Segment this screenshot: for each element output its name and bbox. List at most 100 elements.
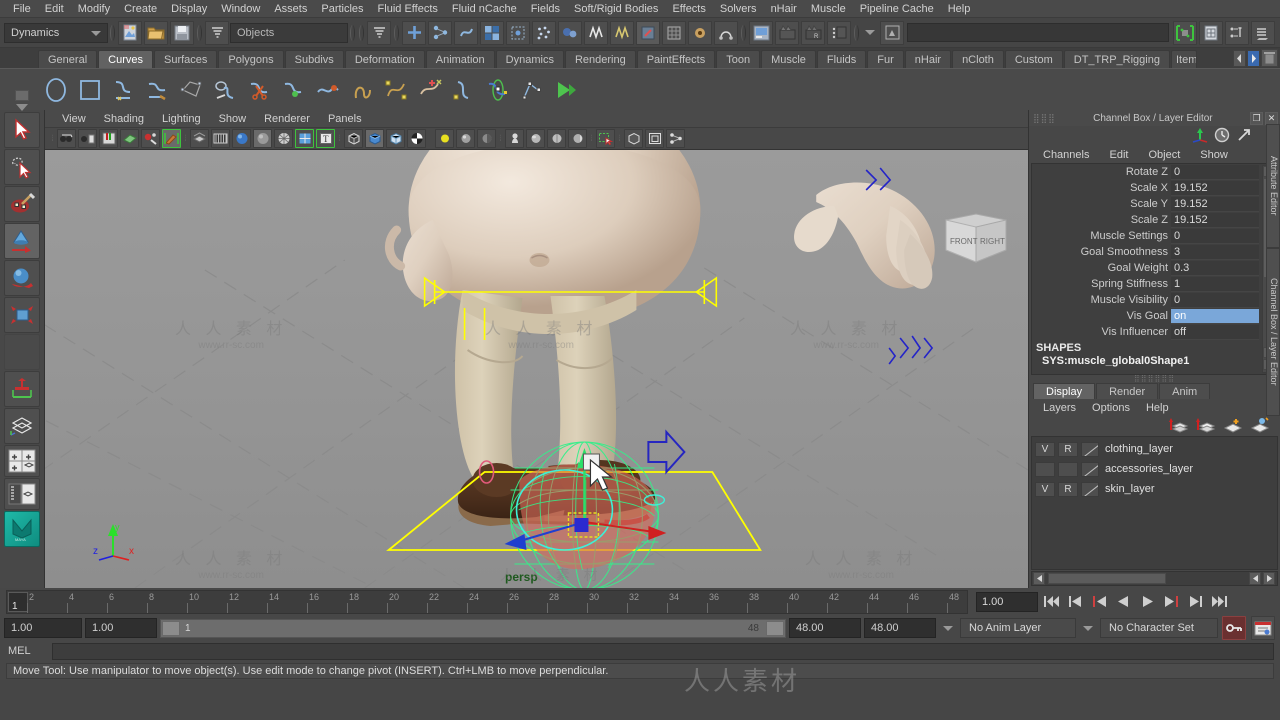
shelf-tab-ncloth[interactable]: nCloth: [952, 50, 1004, 68]
menu-set-dropdown[interactable]: Dynamics: [4, 22, 108, 43]
view-cube[interactable]: FRONT RIGHT: [940, 208, 1012, 268]
select-by-component-icon[interactable]: [454, 20, 478, 45]
layer-row[interactable]: V R skin_layer: [1035, 479, 1277, 499]
isolate-select-icon[interactable]: [596, 129, 615, 148]
use-default-light-icon[interactable]: [435, 129, 454, 148]
shelf-tab-toon[interactable]: Toon: [716, 50, 761, 68]
channel-value[interactable]: 0.3: [1171, 260, 1259, 276]
wireframe-on-shaded-icon[interactable]: [274, 129, 293, 148]
channel-value[interactable]: 19.152: [1171, 180, 1259, 196]
channel-row-scale-x[interactable]: Scale X 19.152: [1032, 180, 1277, 196]
xray-active-icon[interactable]: [645, 129, 664, 148]
shelf-tab-dt-trp-rigging[interactable]: DT_TRP_Rigging: [1063, 50, 1170, 68]
menu-item-soft-rigid-bodies[interactable]: Soft/Rigid Bodies: [567, 0, 665, 18]
select-by-object-icon[interactable]: [428, 20, 452, 45]
make-live-icon[interactable]: [584, 20, 608, 45]
channel-row-scale-y[interactable]: Scale Y 19.152: [1032, 196, 1277, 212]
menu-item-particles[interactable]: Particles: [314, 0, 370, 18]
layer-color-swatch[interactable]: [1081, 481, 1099, 497]
menu-item-pipeline-cache[interactable]: Pipeline Cache: [853, 0, 941, 18]
layer-color-swatch[interactable]: [1081, 461, 1099, 477]
object-selection-field[interactable]: Objects: [230, 22, 348, 43]
two-dimensional-pan-zoom-icon[interactable]: [141, 129, 160, 148]
viewport-menu-view[interactable]: View: [53, 110, 95, 128]
cv-curve-icon[interactable]: [108, 74, 140, 106]
cb-menu-object[interactable]: Object: [1138, 149, 1190, 161]
layer-list[interactable]: V R clothing_layer accessories_layer V R…: [1031, 436, 1278, 570]
shelf-menu-triangle-icon[interactable]: [16, 103, 28, 111]
channel-value[interactable]: 1: [1171, 276, 1259, 292]
move-tool[interactable]: [4, 223, 40, 259]
layer-row[interactable]: accessories_layer: [1035, 459, 1277, 479]
layer-render-toggle[interactable]: R: [1058, 441, 1078, 457]
shelf-tab-fluids[interactable]: Fluids: [816, 50, 867, 68]
attach-curve-icon[interactable]: [278, 74, 310, 106]
insert-knot-icon[interactable]: [414, 74, 446, 106]
layer-2-icon[interactable]: [1250, 416, 1270, 436]
go-to-start-icon[interactable]: [1040, 591, 1062, 613]
history-toggle-icon[interactable]: [636, 20, 660, 45]
new-layer-from-selected-icon[interactable]: [1196, 417, 1216, 436]
detach-curve-icon[interactable]: [312, 74, 344, 106]
channel-value[interactable]: 0: [1171, 228, 1259, 244]
render-sequence-icon[interactable]: [827, 20, 851, 45]
shelf-tab-nhair[interactable]: nHair: [904, 50, 952, 68]
hscroll-right-icon[interactable]: [1263, 572, 1275, 585]
channel-value[interactable]: off: [1171, 324, 1259, 340]
channel-value[interactable]: 19.152: [1171, 196, 1259, 212]
character-set-chevron-icon[interactable]: [1083, 625, 1093, 631]
blank-tool[interactable]: [4, 334, 40, 370]
panel-splitter[interactable]: ⣿⣿⣿⣿⣿⣿: [1029, 374, 1280, 383]
smooth-shaded-mode-icon[interactable]: [365, 129, 384, 148]
layer-menu-help[interactable]: Help: [1138, 402, 1177, 414]
step-forward-frame-icon[interactable]: [1184, 591, 1206, 613]
menu-item-file[interactable]: File: [6, 0, 38, 18]
shaded-textured-icon[interactable]: [386, 129, 405, 148]
grease-pencil-icon[interactable]: [162, 129, 181, 148]
shelf-tab-item[interactable]: Item: [1170, 50, 1197, 68]
select-camera-icon[interactable]: [57, 129, 76, 148]
shelf-tab-animation[interactable]: Animation: [425, 50, 495, 68]
anim-layer-dropdown[interactable]: No Anim Layer: [960, 618, 1076, 638]
character-set-dropdown[interactable]: No Character Set: [1100, 618, 1218, 638]
shelf-tab-deformation[interactable]: Deformation: [344, 50, 425, 68]
lasso-select-tool[interactable]: [4, 149, 40, 185]
depth-of-field-icon[interactable]: [547, 129, 566, 148]
layer-render-toggle[interactable]: [1058, 461, 1078, 477]
anti-alias-icon[interactable]: [568, 129, 587, 148]
close-icon[interactable]: ✕: [1265, 111, 1278, 125]
render-region-icon[interactable]: [688, 20, 712, 45]
layer-visibility-toggle[interactable]: [1035, 461, 1055, 477]
panel-grip-dots[interactable]: ⣿⣿⣿: [1033, 113, 1056, 124]
transform-manip-icon[interactable]: [1192, 127, 1208, 146]
mel-command-input[interactable]: [52, 642, 1274, 660]
select-by-hierarchy-icon[interactable]: [402, 20, 426, 45]
layer-horizontal-scrollbar[interactable]: [1031, 571, 1278, 586]
snap-point-icon[interactable]: [532, 20, 556, 45]
arrow-icon[interactable]: [1236, 127, 1252, 146]
range-slider-bar[interactable]: 1 48: [160, 618, 786, 638]
anim-end-time-field[interactable]: 48.00: [864, 618, 936, 638]
single-perspective-layout-icon[interactable]: [4, 408, 40, 444]
channel-list[interactable]: Rotate Z 0 Scale X 19.152 Scale Y 19.152…: [1031, 163, 1278, 375]
channel-row-muscle-visibility[interactable]: Muscle Visibility 0: [1032, 292, 1277, 308]
menu-item-modify[interactable]: Modify: [71, 0, 117, 18]
hscroll-step-left-icon[interactable]: [1249, 572, 1261, 585]
channel-value[interactable]: 0: [1171, 164, 1259, 180]
channel-value[interactable]: 19.152: [1171, 212, 1259, 228]
high-quality-render-icon[interactable]: [407, 129, 426, 148]
shelf-tab-rendering[interactable]: Rendering: [564, 50, 636, 68]
channel-box-icon[interactable]: [1251, 20, 1275, 45]
channel-row-vis-influencer[interactable]: Vis Influencer off: [1032, 324, 1277, 340]
step-forward-key-icon[interactable]: [1160, 591, 1182, 613]
select-tool[interactable]: [4, 112, 40, 148]
channel-row-vis-goal[interactable]: Vis Goal on: [1032, 308, 1277, 324]
menu-item-assets[interactable]: Assets: [267, 0, 314, 18]
3d-viewport[interactable]: FRONT RIGHT x z y persp 人 人 素 材 www.rr-s…: [45, 150, 1028, 588]
playback-speed-field[interactable]: 1.00: [976, 591, 1038, 612]
step-back-frame-icon[interactable]: [1064, 591, 1086, 613]
play-forwards-icon[interactable]: [1136, 591, 1158, 613]
layer-menu-options[interactable]: Options: [1084, 402, 1138, 414]
animation-preferences-icon[interactable]: [1251, 616, 1275, 640]
lights-icon[interactable]: T: [316, 129, 335, 148]
